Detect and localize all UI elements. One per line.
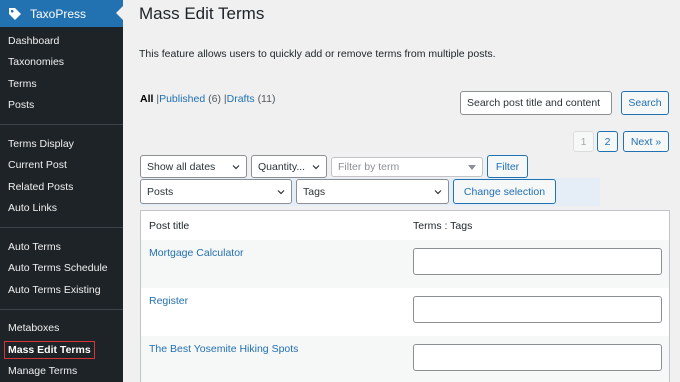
term-filter-select[interactable]: Filter by term — [331, 157, 483, 177]
sidebar-item-auto-terms-existing[interactable]: Auto Terms Existing — [8, 284, 101, 296]
sidebar-item-terms[interactable]: Terms — [8, 78, 37, 90]
view-published-count: (6) — [208, 93, 221, 105]
post-type-value: Posts — [147, 185, 174, 198]
pagination-next-button[interactable]: Next » — [623, 131, 669, 152]
dates-filter-select[interactable]: Show all dates — [140, 155, 247, 178]
sidebar-separator — [0, 124, 123, 125]
sidebar-item-auto-terms-schedule[interactable]: Auto Terms Schedule — [8, 262, 108, 274]
main-content: Mass Edit Terms This feature allows user… — [123, 0, 680, 382]
quantity-filter-select[interactable]: Quantity... — [251, 155, 327, 178]
page-description: This feature allows users to quickly add… — [139, 48, 496, 60]
post-title-link[interactable]: The Best Yosemite Hiking Spots — [149, 343, 298, 355]
sidebar-item-metaboxes[interactable]: Metaboxes — [8, 322, 59, 334]
view-drafts-count: (11) — [257, 93, 276, 105]
quantity-filter-value: Quantity... — [258, 160, 306, 173]
admin-sidebar: TaxoPress Dashboard Taxonomies Terms Pos… — [0, 0, 124, 382]
taxonomy-select[interactable]: Tags — [296, 179, 449, 204]
post-title-link[interactable]: Mortgage Calculator — [149, 247, 244, 259]
sidebar-item-auto-terms[interactable]: Auto Terms — [8, 241, 61, 253]
sidebar-brand-label: TaxoPress — [30, 6, 87, 21]
dropdown-arrow-icon — [468, 165, 476, 170]
chevron-down-icon — [232, 165, 240, 170]
page-title: Mass Edit Terms — [139, 4, 265, 23]
sidebar-item-mass-edit-terms[interactable]: Mass Edit Terms — [4, 341, 95, 359]
sidebar-separator — [0, 309, 123, 310]
sidebar-item-manage-terms[interactable]: Manage Terms — [8, 365, 77, 377]
terms-input[interactable] — [413, 248, 662, 275]
table-row: The Best Yosemite Hiking Spots — [141, 336, 669, 382]
post-status-views: All |Published (6) |Drafts (11) — [140, 93, 275, 105]
sidebar-item-taxonomies[interactable]: Taxonomies — [8, 56, 64, 68]
filter-button[interactable]: Filter — [487, 155, 528, 178]
dates-filter-value: Show all dates — [147, 160, 216, 173]
chevron-down-icon — [434, 190, 442, 195]
sidebar-item-auto-links[interactable]: Auto Links — [8, 202, 57, 214]
column-header-terms: Terms : Tags — [413, 220, 473, 232]
table-row: Register — [141, 288, 669, 336]
view-drafts[interactable]: Drafts — [227, 93, 255, 105]
view-published[interactable]: Published — [159, 93, 205, 105]
sidebar-item-posts[interactable]: Posts — [8, 99, 34, 111]
chevron-down-icon — [277, 190, 285, 195]
tag-icon — [8, 7, 22, 21]
pagination-current-page: 1 — [573, 131, 594, 152]
term-filter-placeholder: Filter by term — [338, 161, 400, 173]
chevron-down-icon — [312, 165, 320, 170]
change-selection-button[interactable]: Change selection — [453, 179, 556, 204]
sidebar-item-related-posts[interactable]: Related Posts — [8, 181, 73, 193]
post-title-link[interactable]: Register — [149, 295, 188, 307]
pagination-page-2[interactable]: 2 — [597, 131, 618, 152]
column-header-post-title: Post title — [149, 220, 190, 232]
terms-input[interactable] — [413, 296, 662, 323]
sidebar-separator — [0, 227, 123, 228]
terms-table: Post title Terms : Tags Mortgage Calcula… — [140, 210, 670, 382]
taxonomy-value: Tags — [303, 185, 326, 198]
terms-input[interactable] — [413, 344, 662, 371]
sidebar-item-taxopress[interactable]: TaxoPress — [0, 0, 124, 27]
sidebar-item-current-post[interactable]: Current Post — [8, 159, 67, 171]
search-button[interactable]: Search — [621, 91, 669, 115]
search-input[interactable] — [460, 91, 612, 115]
table-row: Mortgage Calculator — [141, 240, 669, 288]
sidebar-item-dashboard[interactable]: Dashboard — [8, 35, 59, 47]
post-type-select[interactable]: Posts — [140, 179, 292, 204]
sidebar-item-terms-display[interactable]: Terms Display — [8, 138, 74, 150]
view-all[interactable]: All — [140, 93, 153, 105]
